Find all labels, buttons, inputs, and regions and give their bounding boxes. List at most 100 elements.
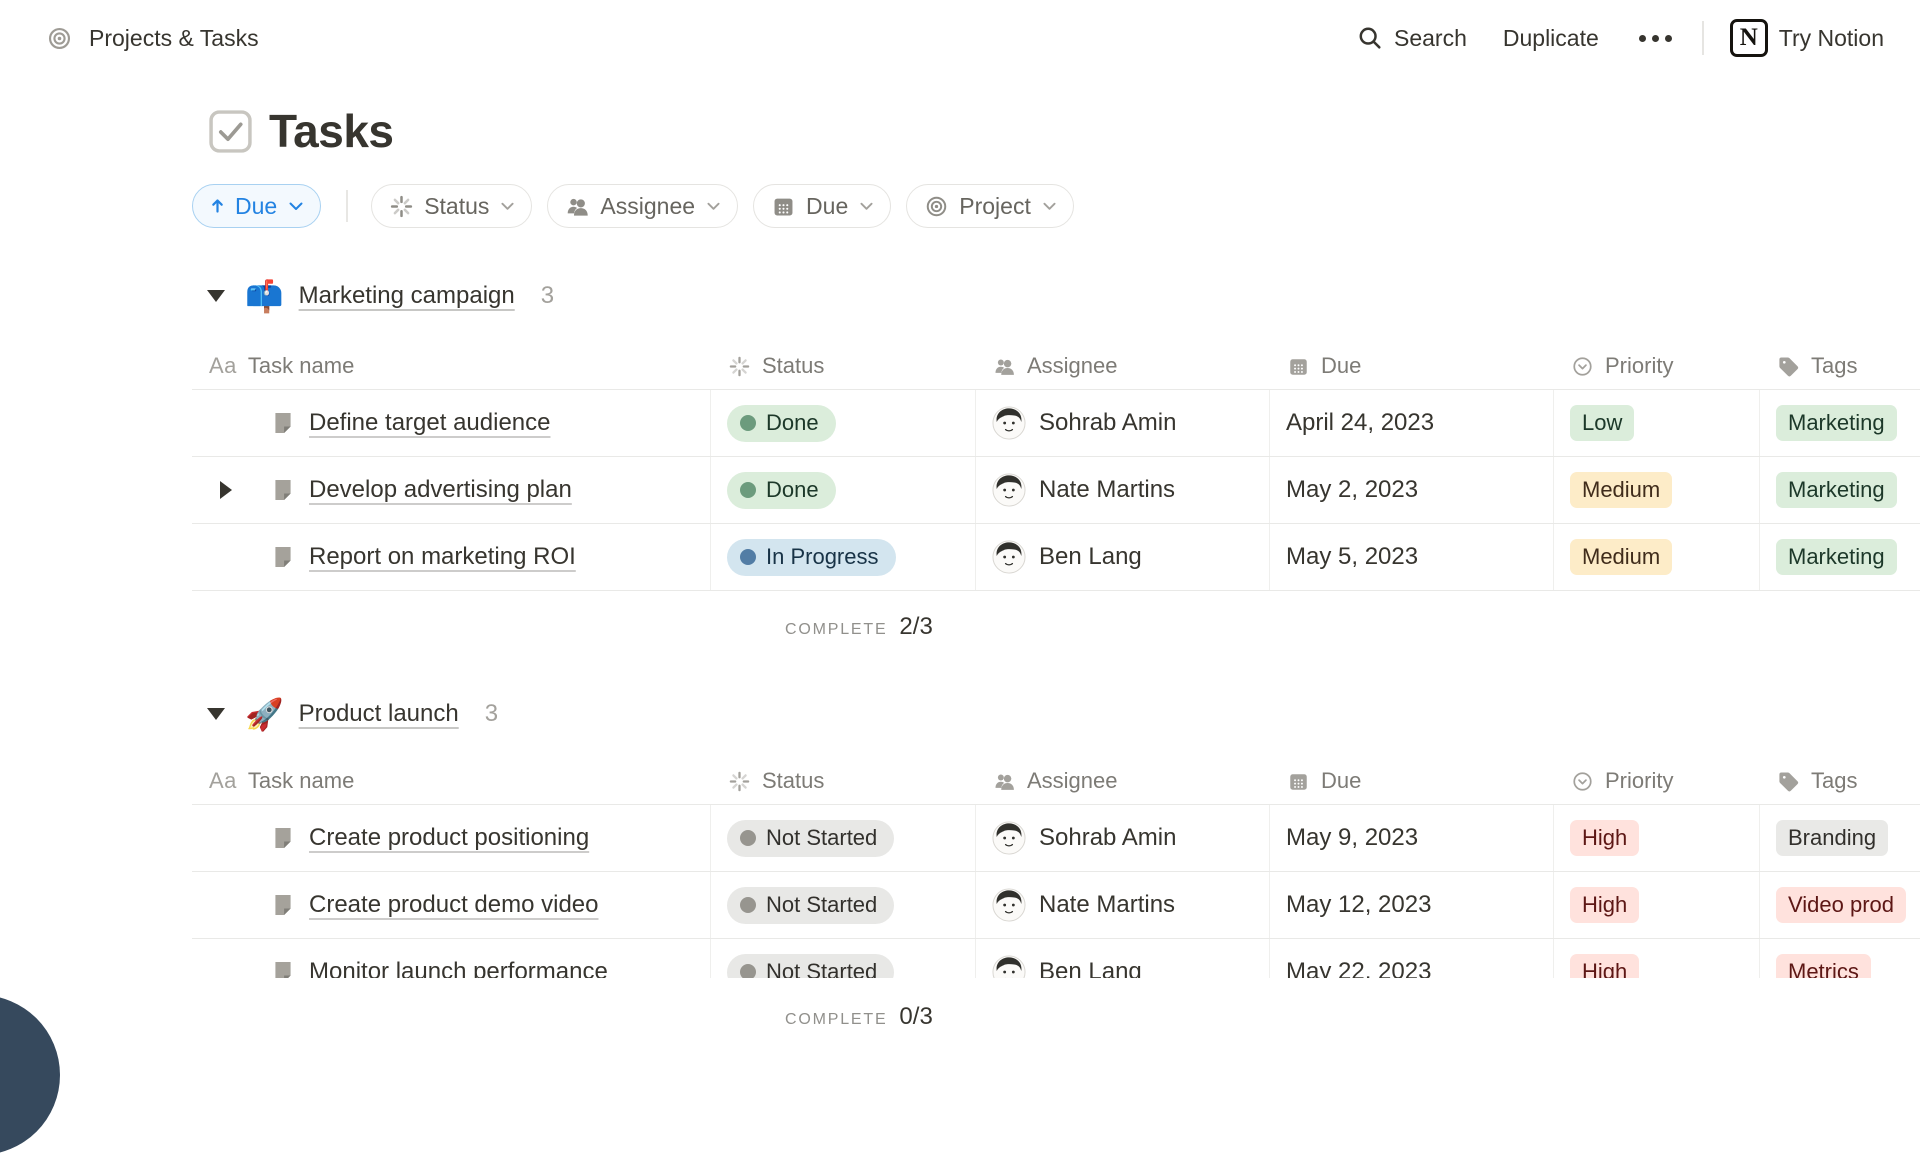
column-header-priority[interactable]: Priority [1554, 758, 1760, 804]
dot-icon [1639, 35, 1646, 42]
filter-chip-project[interactable]: Project [906, 184, 1074, 228]
group-header-marketing-campaign: 📫 Marketing campaign 3 [192, 274, 554, 318]
group-header-product-launch: 🚀 Product launch 3 [192, 692, 498, 736]
task-table-marketing-campaign: Aa Task name Status Assignee Due Priorit… [192, 343, 1920, 591]
chevron-down-icon [1043, 202, 1056, 211]
task-link[interactable]: Develop advertising plan [270, 476, 572, 504]
due-date[interactable]: May 5, 2023 [1286, 543, 1418, 571]
priority-badge[interactable]: High [1570, 820, 1639, 856]
chevron-down-icon [707, 202, 720, 211]
priority-badge[interactable]: Medium [1570, 539, 1672, 575]
column-header-assignee[interactable]: Assignee [976, 758, 1270, 804]
status-badge[interactable]: Not Started [727, 820, 894, 857]
sort-chip-due[interactable]: Due [192, 184, 321, 228]
calendar-icon [1287, 355, 1310, 378]
cell-status: Done [711, 390, 976, 456]
due-date[interactable]: May 9, 2023 [1286, 824, 1418, 852]
chevron-down-icon [289, 202, 303, 211]
column-header-priority[interactable]: Priority [1554, 343, 1760, 389]
table-header-row: Aa Task name Status Assignee Due Priorit… [192, 758, 1920, 805]
task-link[interactable]: Report on marketing ROI [270, 543, 576, 571]
assignee[interactable]: Nate Martins [992, 473, 1175, 507]
group-title-link[interactable]: Product launch [299, 700, 459, 728]
filter-chip-due[interactable]: Due [753, 184, 891, 228]
group-title-link[interactable]: Marketing campaign [299, 282, 515, 310]
column-header-status[interactable]: Status [711, 343, 976, 389]
cell-priority: Medium [1554, 457, 1760, 523]
assignee[interactable]: Sohrab Amin [992, 821, 1176, 855]
tag-icon [1777, 355, 1800, 378]
assignee[interactable]: Ben Lang [992, 540, 1142, 574]
due-date[interactable]: May 2, 2023 [1286, 476, 1418, 504]
complete-value: 0/3 [899, 1003, 932, 1031]
cell-task-name: Define target audience [192, 390, 711, 456]
breadcrumb[interactable]: Projects & Tasks [46, 25, 259, 52]
due-date[interactable]: May 12, 2023 [1286, 891, 1431, 919]
status-badge[interactable]: Not Started [727, 887, 894, 924]
status-badge[interactable]: In Progress [727, 539, 896, 576]
status-badge[interactable]: Done [727, 405, 836, 442]
more-options-button[interactable] [1635, 35, 1676, 42]
assignee[interactable]: Sohrab Amin [992, 406, 1176, 440]
assignee[interactable]: Nate Martins [992, 888, 1175, 922]
tag-badge[interactable]: Marketing [1776, 405, 1897, 441]
tag-badge[interactable]: Marketing [1776, 472, 1897, 508]
expand-toggle-icon[interactable] [220, 481, 232, 499]
cell-assignee: Nate Martins [976, 872, 1270, 938]
cell-tags: Marketing [1760, 390, 1920, 456]
column-header-due[interactable]: Due [1270, 758, 1554, 804]
collapse-toggle-icon[interactable] [207, 708, 225, 720]
column-header-status[interactable]: Status [711, 758, 976, 804]
status-spinner-icon [728, 355, 751, 378]
priority-badge[interactable]: Low [1570, 405, 1634, 441]
priority-badge[interactable]: Medium [1570, 472, 1672, 508]
column-header-tags[interactable]: Tags [1760, 343, 1920, 389]
tag-badge[interactable]: Branding [1776, 820, 1888, 856]
due-date[interactable]: April 24, 2023 [1286, 409, 1434, 437]
priority-badge[interactable]: High [1570, 887, 1639, 923]
cell-due: May 12, 2023 [1270, 872, 1554, 938]
filter-chip-label: Project [959, 193, 1031, 220]
view-toolbar: Due Status Assignee Due Project [192, 184, 1074, 228]
tag-badge[interactable]: Video prod [1776, 887, 1906, 923]
page-icon [270, 892, 296, 918]
top-bar: Projects & Tasks Search Duplicate N Try … [0, 0, 1920, 76]
status-spinner-icon [389, 194, 414, 219]
cell-due: May 5, 2023 [1270, 524, 1554, 590]
topbar-divider [1702, 21, 1704, 55]
text-type-icon: Aa [209, 768, 237, 794]
tag-badge[interactable]: Marketing [1776, 539, 1897, 575]
cell-status: In Progress [711, 524, 976, 590]
status-badge[interactable]: Done [727, 472, 836, 509]
task-link[interactable]: Define target audience [270, 409, 551, 437]
duplicate-button[interactable]: Duplicate [1503, 25, 1599, 52]
search-button[interactable]: Search [1357, 25, 1467, 52]
complete-aggregate[interactable]: COMPLETE 0/3 [785, 1003, 933, 1031]
page-title: Tasks [208, 104, 394, 158]
task-link[interactable]: Create product positioning [270, 824, 589, 852]
checkbox-icon [208, 109, 253, 154]
column-header-assignee[interactable]: Assignee [976, 343, 1270, 389]
complete-aggregate[interactable]: COMPLETE 2/3 [785, 613, 933, 641]
collapse-toggle-icon[interactable] [207, 290, 225, 302]
status-dot-icon [740, 549, 756, 565]
complete-value: 2/3 [899, 613, 932, 641]
table-header-row: Aa Task name Status Assignee Due Priorit… [192, 343, 1920, 390]
column-header-due[interactable]: Due [1270, 343, 1554, 389]
page-icon [270, 477, 296, 503]
cell-status: Not Started [711, 872, 976, 938]
search-label: Search [1394, 25, 1467, 52]
column-header-task-name[interactable]: Aa Task name [192, 343, 711, 389]
cell-priority: Low [1554, 390, 1760, 456]
table-row: Report on marketing ROI In Progress Ben … [192, 524, 1920, 591]
task-link[interactable]: Create product demo video [270, 891, 599, 919]
filter-chip-assignee[interactable]: Assignee [547, 184, 738, 228]
cell-due: April 24, 2023 [1270, 390, 1554, 456]
chevron-down-icon [501, 202, 514, 211]
column-header-task-name[interactable]: Aa Task name [192, 758, 711, 804]
filter-chip-status[interactable]: Status [371, 184, 532, 228]
cell-tags: Branding [1760, 805, 1920, 871]
try-notion-button[interactable]: N Try Notion [1730, 19, 1884, 57]
column-header-tags[interactable]: Tags [1760, 758, 1920, 804]
text-type-icon: Aa [209, 353, 237, 379]
